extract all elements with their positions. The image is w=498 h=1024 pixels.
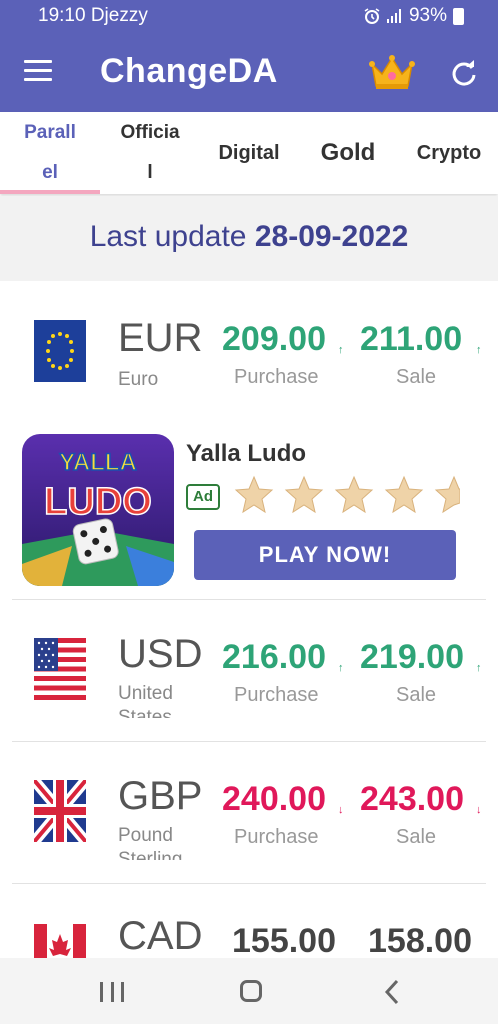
- star-icon: [384, 475, 424, 514]
- ad-logo-text: YALLA: [59, 449, 137, 476]
- star-icon: [284, 475, 324, 514]
- purchase-price: 216.00: [222, 638, 326, 676]
- purchase-price: 240.00: [222, 780, 326, 818]
- tab-label: Crypto: [416, 141, 482, 164]
- currency-code: CAD: [118, 914, 203, 958]
- status-icons: [363, 7, 403, 25]
- recents-icon[interactable]: [100, 982, 124, 1002]
- tab-label: l: [147, 162, 153, 183]
- tab-crypto[interactable]: Crypto: [400, 112, 498, 194]
- trend-up-icon: ↑: [338, 662, 344, 674]
- signal-icon: [386, 9, 401, 23]
- rate-row-usd[interactable]: USD United States 216.00 ↑ Purchase 219.…: [0, 600, 498, 742]
- carrier-text: Djezzy: [90, 5, 148, 26]
- tab-gold[interactable]: Gold: [300, 112, 396, 194]
- trend-down-icon: ↓: [338, 804, 344, 816]
- tab-label: Gold: [320, 139, 376, 166]
- trend-up-icon: ↑: [476, 662, 482, 674]
- update-banner: Last update 28-09-2022: [0, 196, 498, 281]
- currency-code: GBP: [118, 774, 203, 818]
- tab-label: el: [42, 162, 58, 183]
- home-icon[interactable]: [240, 980, 262, 1002]
- tab-label: Officia: [120, 122, 180, 143]
- crown-icon[interactable]: [368, 52, 416, 92]
- play-now-button[interactable]: PLAY NOW!: [194, 530, 456, 580]
- menu-icon[interactable]: [24, 60, 52, 82]
- update-prefix: Last update: [89, 220, 247, 253]
- system-nav-bar: [0, 958, 498, 1024]
- ca-flag: [34, 924, 86, 958]
- uk-flag: [34, 780, 86, 842]
- tab-label: Parall: [24, 122, 76, 143]
- purchase-label: Purchase: [234, 826, 319, 848]
- ad-badge: Ad: [186, 484, 220, 510]
- purchase-label: Purchase: [234, 366, 319, 388]
- update-date: 28-09-2022: [254, 220, 409, 253]
- tab-indicator: [0, 190, 100, 194]
- trend-up-icon: ↑: [338, 344, 344, 356]
- yalla-ludo-app-icon[interactable]: YALLA LUDO: [22, 434, 174, 586]
- sale-price: 158.00: [368, 922, 472, 958]
- update-text: Last update 28-09-2022: [0, 220, 498, 254]
- purchase-label: Purchase: [234, 684, 319, 706]
- ad-banner[interactable]: YALLA LUDO Yalla Ludo Ad PLAY NOW!: [0, 422, 498, 600]
- currency-name: Euro: [118, 369, 159, 390]
- status-time: 19:10 Djezzy: [38, 5, 148, 27]
- sale-label: Sale: [396, 684, 437, 706]
- rate-row-gbp[interactable]: GBP Pound Sterling 240.00 ↓ Purchase 243…: [0, 742, 498, 884]
- currency-code: EUR: [118, 316, 203, 360]
- us-flag: [34, 638, 86, 700]
- status-right: 93%: [363, 5, 464, 27]
- rate-row-eur[interactable]: EUR Euro 209.00 ↑ Purchase 211.00 ↑ Sale: [0, 282, 498, 424]
- sale-label: Sale: [396, 826, 437, 848]
- sale-price: 219.00: [360, 638, 464, 676]
- tab-parallel[interactable]: Parall el: [0, 112, 100, 194]
- time-text: 19:10: [38, 5, 86, 26]
- sale-price: 243.00: [360, 780, 464, 818]
- tab-bar: Parall el Officia l Digital Gold Crypto: [0, 112, 498, 194]
- rate-row-cad[interactable]: CAD 155.00 158.00: [0, 884, 498, 958]
- app-bar: ChangeDA: [0, 32, 498, 112]
- purchase-price: 155.00: [232, 922, 336, 958]
- currency-name: Pound Sterling: [118, 825, 183, 860]
- battery-icon: [453, 7, 464, 25]
- tab-label: Digital: [218, 141, 280, 164]
- trend-down-icon: ↓: [476, 804, 482, 816]
- ad-title[interactable]: Yalla Ludo: [186, 440, 306, 468]
- trend-up-icon: ↑: [476, 344, 482, 356]
- rating-stars: [234, 474, 460, 514]
- currency-code: USD: [118, 632, 203, 676]
- refresh-icon[interactable]: [448, 58, 480, 90]
- star-icon: [234, 475, 274, 514]
- status-bar: 19:10 Djezzy 93%: [0, 0, 498, 32]
- currency-name: United States: [118, 683, 173, 718]
- eu-flag: [34, 320, 86, 382]
- sale-label: Sale: [396, 366, 437, 388]
- tab-official[interactable]: Officia l: [100, 112, 200, 194]
- star-half-icon: [434, 475, 460, 514]
- purchase-price: 209.00: [222, 320, 326, 358]
- battery-text: 93%: [408, 5, 447, 26]
- star-icon: [334, 475, 374, 514]
- ad-logo-text: LUDO: [44, 481, 152, 523]
- back-icon[interactable]: [382, 978, 402, 1006]
- app-title: ChangeDA: [100, 52, 278, 90]
- sale-price: 211.00: [360, 320, 463, 358]
- tab-digital[interactable]: Digital: [200, 112, 298, 194]
- alarm-icon: [364, 8, 380, 24]
